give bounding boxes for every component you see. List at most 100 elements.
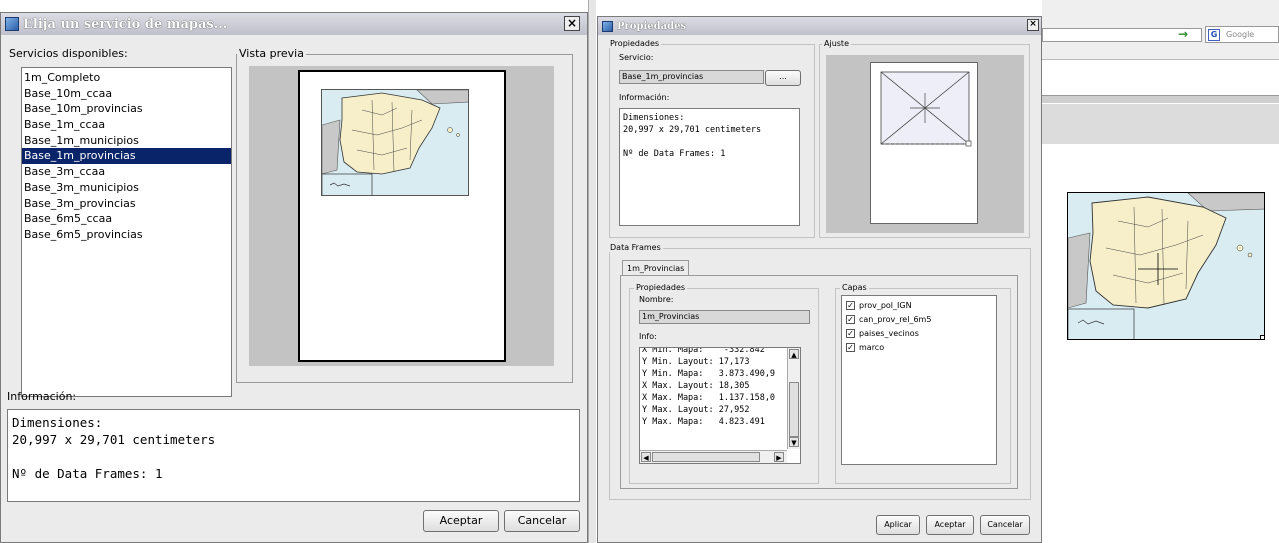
service-list-item[interactable]: 1m_Completo — [22, 70, 231, 86]
info-line: Y Max. Layout: 27,952 — [642, 405, 750, 415]
preview-group: Vista previa — [236, 47, 573, 383]
info-line: 20,997 x 29,701 centimeters — [12, 432, 216, 447]
fit-frame-placeholder — [880, 71, 972, 147]
information-textarea[interactable]: Dimensiones: 20,997 x 29,701 centimeters … — [619, 108, 800, 226]
service-list-item[interactable]: Base_6m5_provincias — [22, 227, 231, 243]
scroll-down-arrow-icon[interactable]: ▼ — [789, 437, 799, 447]
service-field[interactable]: Base_1m_provincias — [619, 70, 764, 84]
checkbox-icon[interactable]: ✓ — [846, 342, 855, 352]
service-list-item[interactable]: Base_3m_provincias — [22, 196, 231, 212]
name-field[interactable]: 1m_Provincias — [639, 310, 810, 324]
java-app-icon — [602, 20, 613, 32]
info-line — [623, 136, 796, 148]
preview-label: Vista previa — [237, 47, 306, 60]
browse-button[interactable]: ... — [765, 70, 801, 86]
search-placeholder: Google — [1226, 30, 1255, 39]
info-label: Info: — [639, 332, 657, 341]
layer-item[interactable]: ✓ marco — [842, 340, 996, 354]
info-line: X Max. Layout: 18,305 — [642, 381, 750, 391]
service-list-item[interactable]: Base_1m_provincias — [22, 148, 231, 165]
resize-handle[interactable] — [1260, 335, 1264, 339]
title-bar[interactable]: Elija un servicio de mapas... × — [1, 13, 587, 35]
service-chooser-dialog: Elija un servicio de mapas... × Servicio… — [0, 12, 588, 543]
scroll-left-arrow-icon[interactable]: ◀ — [641, 452, 651, 462]
fit-label: Ajuste — [822, 39, 851, 48]
service-list-item[interactable]: Base_3m_municipios — [22, 180, 231, 196]
google-icon: G — [1208, 29, 1220, 41]
tab-1m-provincias[interactable]: 1m_Provincias — [622, 260, 690, 276]
service-list-item[interactable]: Base_3m_ccaa — [22, 164, 231, 180]
info-line: Dimensiones: — [12, 415, 103, 430]
checkbox-icon[interactable]: ✓ — [846, 314, 855, 324]
horizontal-scrollbar[interactable]: ◀ ▶ — [640, 450, 787, 463]
layout-map-preview — [1067, 192, 1265, 340]
apply-button[interactable]: Aplicar — [876, 515, 920, 535]
info-line: Y Min. Mapa: 3.873.490,9 — [642, 369, 776, 379]
frame-properties-label: Propiedades — [634, 283, 688, 292]
close-icon[interactable]: × — [1027, 19, 1039, 31]
frame-properties-group: Propiedades Nombre: 1m_Provincias Info: … — [629, 283, 819, 484]
dialog-title: Elija un servicio de mapas... — [23, 16, 228, 32]
checkbox-icon[interactable]: ✓ — [846, 328, 855, 338]
service-list-item[interactable]: Base_10m_ccaa — [22, 86, 231, 102]
layer-name: prov_pol_IGN — [859, 300, 912, 310]
background-strip — [588, 0, 596, 543]
search-box[interactable]: G Google — [1205, 26, 1279, 43]
browser-header-strip — [1042, 104, 1279, 144]
properties-group: Propiedades Servicio: Base_1m_provincias… — [608, 39, 815, 238]
accept-button[interactable]: Aceptar — [926, 515, 974, 535]
layer-item[interactable]: ✓ paises_vecinos — [842, 326, 996, 340]
info-scroll-area[interactable]: X Min. Mapa: -332.842 Y Min. Layout: 17,1… — [639, 347, 801, 464]
scroll-right-arrow-icon[interactable]: ▶ — [774, 452, 784, 462]
browser-tabbar — [1042, 95, 1279, 103]
info-line: Nº de Data Frames: 1 — [12, 466, 163, 481]
info-line — [12, 448, 575, 465]
layer-name: paises_vecinos — [859, 328, 919, 338]
browser-window-fragment: → G Google — [1042, 0, 1279, 543]
cancel-button[interactable]: Cancelar — [504, 510, 580, 532]
name-label: Nombre: — [639, 295, 674, 304]
information-label: Información: — [619, 93, 670, 102]
info-textarea[interactable]: Dimensiones: 20,997 x 29,701 centimeters … — [7, 409, 580, 502]
close-icon[interactable]: × — [564, 16, 580, 31]
properties-dialog: Propiedades × Propiedades Servicio: Base… — [597, 16, 1042, 543]
services-list[interactable]: 1m_Completo Base_10m_ccaa Base_10m_provinc… — [21, 67, 232, 397]
info-line: Y Min. Layout: 17,173 — [642, 357, 750, 367]
tab-panel: Propiedades Nombre: 1m_Provincias Info: … — [620, 275, 1018, 489]
go-arrow-icon[interactable]: → — [1178, 27, 1188, 41]
fit-preview-area — [826, 55, 1024, 233]
info-line: 20,997 x 29,701 centimeters — [623, 125, 762, 135]
preview-map-thumbnail — [321, 89, 469, 196]
title-bar[interactable]: Propiedades × — [598, 17, 1041, 35]
accept-button[interactable]: Aceptar — [423, 510, 499, 532]
service-list-item[interactable]: Base_6m5_ccaa — [22, 211, 231, 227]
fit-page — [870, 62, 978, 224]
service-list-item[interactable]: Base_10m_provincias — [22, 101, 231, 117]
info-line: Y Max. Mapa: 4.823.491 — [642, 417, 765, 427]
layers-group: Capas ✓ prov_pol_IGN ✓ can_prov_rel_6m5 ✓ pai… — [835, 283, 1011, 484]
layer-item[interactable]: ✓ prov_pol_IGN — [842, 298, 996, 312]
layers-list[interactable]: ✓ prov_pol_IGN ✓ can_prov_rel_6m5 ✓ paises_ve… — [841, 295, 997, 465]
service-list-item[interactable]: Base_1m_ccaa — [22, 117, 231, 133]
info-line: Dimensiones: — [623, 113, 685, 123]
info-line: X Min. Mapa: -332.842 — [642, 347, 765, 355]
scroll-up-arrow-icon[interactable]: ▲ — [789, 349, 799, 359]
service-list-item[interactable]: Base_1m_municipios — [22, 133, 231, 149]
scroll-thumb[interactable] — [789, 382, 799, 437]
data-frames-group: Data Frames 1m_Provincias Propiedades No… — [608, 243, 1031, 500]
info-line: X Max. Mapa: 1.137.158,0 — [642, 393, 776, 403]
layer-item[interactable]: ✓ can_prov_rel_6m5 — [842, 312, 996, 326]
hscroll-thumb[interactable] — [652, 452, 760, 462]
checkbox-icon[interactable]: ✓ — [846, 300, 855, 310]
layer-name: can_prov_rel_6m5 — [859, 314, 932, 324]
spain-provinces-map — [322, 90, 468, 195]
info-label: Información: — [7, 390, 77, 403]
cancel-button[interactable]: Cancelar — [980, 515, 1030, 535]
preview-area — [249, 66, 554, 366]
vertical-scrollbar[interactable]: ▲ ▼ — [787, 348, 800, 449]
fit-group: Ajuste — [819, 39, 1030, 238]
java-app-icon — [5, 17, 19, 31]
service-label: Servicio: — [619, 53, 654, 62]
data-frames-label: Data Frames — [608, 243, 663, 252]
info-text: X Min. Mapa: -332.842 Y Min. Layout: 17,1… — [642, 347, 784, 428]
